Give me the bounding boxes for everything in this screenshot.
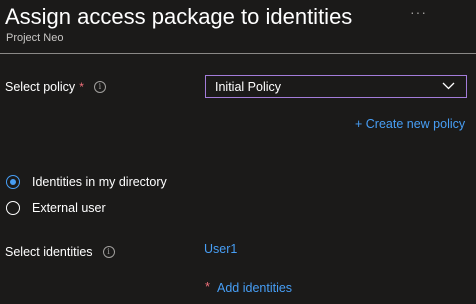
radio-identities-in-directory[interactable]: Identities in my directory <box>6 175 167 189</box>
select-policy-label-row: Select policy * i <box>5 80 106 94</box>
radio-external-user[interactable]: External user <box>6 201 106 215</box>
chevron-down-icon <box>442 82 455 90</box>
info-icon[interactable]: i <box>102 246 115 258</box>
info-icon[interactable]: i <box>93 81 106 93</box>
select-identities-label-row: Select identities i <box>5 245 115 259</box>
create-new-policy-link[interactable]: + Create new policy <box>355 117 465 131</box>
required-marker: * <box>79 80 84 94</box>
page-subtitle: Project Neo <box>6 32 64 44</box>
select-identities-label: Select identities <box>5 245 93 259</box>
selected-identity-user1[interactable]: User1 <box>204 242 237 256</box>
add-identities-link[interactable]: Add identities <box>217 281 292 295</box>
header-divider <box>0 53 476 54</box>
policy-dropdown[interactable]: Initial Policy <box>205 75 467 98</box>
radio-label: External user <box>32 201 106 215</box>
radio-button[interactable] <box>6 201 20 215</box>
radio-label: Identities in my directory <box>32 175 167 189</box>
select-policy-label: Select policy <box>5 80 76 94</box>
policy-dropdown-value: Initial Policy <box>215 79 281 94</box>
required-marker: * <box>205 279 211 294</box>
page-title: Assign access package to identities <box>5 4 353 29</box>
radio-button-checked[interactable] <box>6 175 20 189</box>
more-options-button[interactable]: ··· <box>410 4 427 20</box>
